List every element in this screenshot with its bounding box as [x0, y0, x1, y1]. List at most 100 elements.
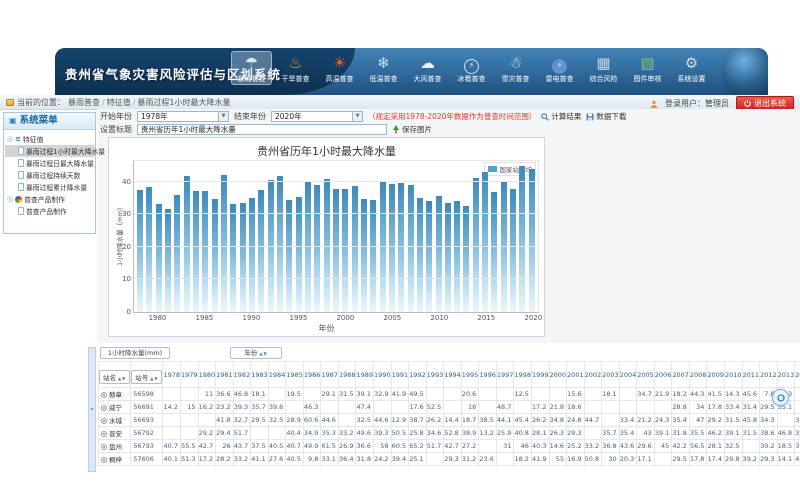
- value-cell: 18: [461, 401, 479, 414]
- value-cell: 9.8: [303, 453, 321, 466]
- year-column-header: 1989: [356, 362, 374, 388]
- station-id-sort[interactable]: 站号 ▲▼: [131, 370, 162, 384]
- radio-icon[interactable]: [101, 392, 107, 398]
- year-column-header: 1981: [216, 362, 234, 388]
- bar: [510, 189, 516, 312]
- year-column-header: 1998: [514, 362, 532, 388]
- chart-title-input[interactable]: 贵州省历年1小时最大降水量: [137, 124, 387, 135]
- value-cell: 60.5: [391, 440, 409, 453]
- nav-snow-icon[interactable]: ☃雪灾普查: [495, 51, 536, 85]
- breadcrumb-link[interactable]: 特征值: [107, 98, 131, 107]
- value-cell: 32.5: [356, 414, 374, 427]
- radio-icon[interactable]: [101, 457, 107, 463]
- value-cell: 14.4: [444, 414, 462, 427]
- value-cell: 15: [181, 401, 199, 414]
- value-cell: 44.1: [496, 414, 514, 427]
- refresh-float-button[interactable]: [772, 389, 789, 406]
- station-name-sort[interactable]: 站名 ▲▼: [99, 370, 130, 384]
- bar: [370, 200, 376, 312]
- year-column-header: 1986: [303, 362, 321, 388]
- sidebar-item[interactable]: 暴雨过程持续天数: [5, 169, 94, 181]
- value-cell: 31.4: [742, 401, 760, 414]
- radio-icon[interactable]: [101, 418, 107, 424]
- year-column-header: 1979: [181, 362, 199, 388]
- value-cell: 18.5: [777, 440, 795, 453]
- sidebar-item[interactable]: 暴雨过程累计降水量: [5, 181, 94, 193]
- value-cell: 44.6: [374, 414, 392, 427]
- nav-label: 低温普查: [363, 74, 404, 84]
- value-cell: 41.5: [707, 388, 725, 401]
- value-cell: 39.1: [654, 427, 672, 440]
- table-row: 桐梓5760640.151.317.228.233.241.127.640.59…: [99, 453, 800, 466]
- value-cell: 46.8: [233, 388, 251, 401]
- sidebar-item[interactable]: 暴雨过程1小时最大降水量: [5, 145, 94, 157]
- year-column-header: 1994: [444, 362, 462, 388]
- value-cell: [181, 427, 199, 440]
- value-cell: 40.7: [163, 440, 181, 453]
- nav-map-icon[interactable]: ▧图件审核: [627, 51, 668, 85]
- nav-label: 大风普查: [407, 74, 448, 84]
- document-icon: [18, 207, 24, 215]
- station-name: 桐梓: [109, 456, 122, 464]
- sidebar: ▣系统菜单 ◎≡特征值暴雨过程1小时最大降水量暴雨过程日最大降水量暴雨过程持续天…: [3, 112, 96, 234]
- value-cell: 31.8: [672, 427, 690, 440]
- breadcrumb-separator: /: [133, 98, 136, 107]
- year-sort-chip[interactable]: 年份 ▲▼: [230, 347, 282, 359]
- value-cell: 34.3: [760, 414, 778, 427]
- sidebar-item[interactable]: 普查产品制作: [5, 205, 94, 217]
- sidebar-section-普查产品制作[interactable]: ◎普查产品制作: [5, 193, 94, 205]
- radio-icon[interactable]: [101, 444, 107, 450]
- calc-result-button[interactable]: 计算结果: [541, 111, 581, 122]
- start-year-label: 开始年份: [100, 111, 132, 122]
- value-cell: 45.8: [742, 414, 760, 427]
- sidebar-section-特征值[interactable]: ◎≡特征值: [5, 133, 94, 145]
- quantity-chip[interactable]: 1小时降水量(mm): [100, 347, 170, 359]
- data-download-button[interactable]: 数据下载: [586, 111, 626, 122]
- value-cell: 25.9: [496, 427, 514, 440]
- save-image-button[interactable]: 保存图片: [392, 124, 432, 135]
- value-cell: 40.4: [286, 427, 304, 440]
- value-cell: 25.2: [567, 440, 585, 453]
- breadcrumb-link[interactable]: 暴雨普查: [68, 98, 100, 107]
- nav-hail-icon[interactable]: ⚡冰雹普查: [451, 51, 492, 85]
- snow-icon: ☃: [495, 53, 536, 74]
- value-cell: 46: [514, 440, 532, 453]
- range-note: （规定采用1978-2020年数据作为普查时间范围）: [368, 111, 536, 122]
- nav-wind-icon[interactable]: ☁大风普查: [407, 51, 448, 85]
- sidebar-title: ▣系统菜单: [4, 113, 95, 130]
- start-year-select[interactable]: 1978年▼: [137, 111, 229, 122]
- value-cell: 40.3: [531, 440, 549, 453]
- nav-cold-icon[interactable]: ❄低温普查: [363, 51, 404, 85]
- end-year-select[interactable]: 2020年▼: [271, 111, 363, 122]
- nav-settings-icon[interactable]: ⚙系统设置: [671, 51, 712, 85]
- value-cell: [496, 453, 514, 466]
- nav-heat-icon[interactable]: ☀高温普查: [319, 51, 360, 85]
- bar: [389, 184, 395, 312]
- collapse-left-icon: ◄: [90, 406, 93, 411]
- year-column-header: 1980: [198, 362, 216, 388]
- nav-lightning-icon[interactable]: ⚡雷电普查: [539, 51, 580, 85]
- sidebar-item[interactable]: 暴雨过程日最大降水量: [5, 157, 94, 169]
- value-cell: 27.6: [268, 453, 286, 466]
- panel-collapse-strip[interactable]: ◄: [88, 347, 96, 472]
- value-cell: 20.6: [461, 388, 479, 401]
- bar: [165, 209, 171, 312]
- bar: [417, 198, 423, 312]
- value-cell: 52.8: [444, 427, 462, 440]
- bar: [240, 203, 246, 312]
- value-cell: 35.8: [795, 440, 800, 453]
- year-column-header: 2003: [602, 362, 620, 388]
- breadcrumb-link[interactable]: 暴雨过程1小时最大降水量: [137, 98, 230, 107]
- value-cell: 29.3: [567, 427, 585, 440]
- nav-calculator-icon[interactable]: ▦综合风险: [583, 51, 624, 85]
- radio-icon[interactable]: [101, 431, 107, 437]
- toolbar: 开始年份 1978年▼ 结束年份 2020年▼ （规定采用1978-2020年数…: [100, 110, 800, 136]
- radio-icon[interactable]: [101, 405, 107, 411]
- station-name-cell: 赫章: [99, 388, 131, 401]
- value-cell: 41.9: [531, 453, 549, 466]
- value-cell: 45.4: [514, 414, 532, 427]
- sort-icons: ▲▼: [150, 376, 158, 381]
- nav-drought-icon[interactable]: ♨干旱普查: [275, 51, 316, 85]
- value-cell: 35.7: [602, 427, 620, 440]
- nav-rainstorm-icon[interactable]: ☂暴雨普查: [231, 51, 272, 85]
